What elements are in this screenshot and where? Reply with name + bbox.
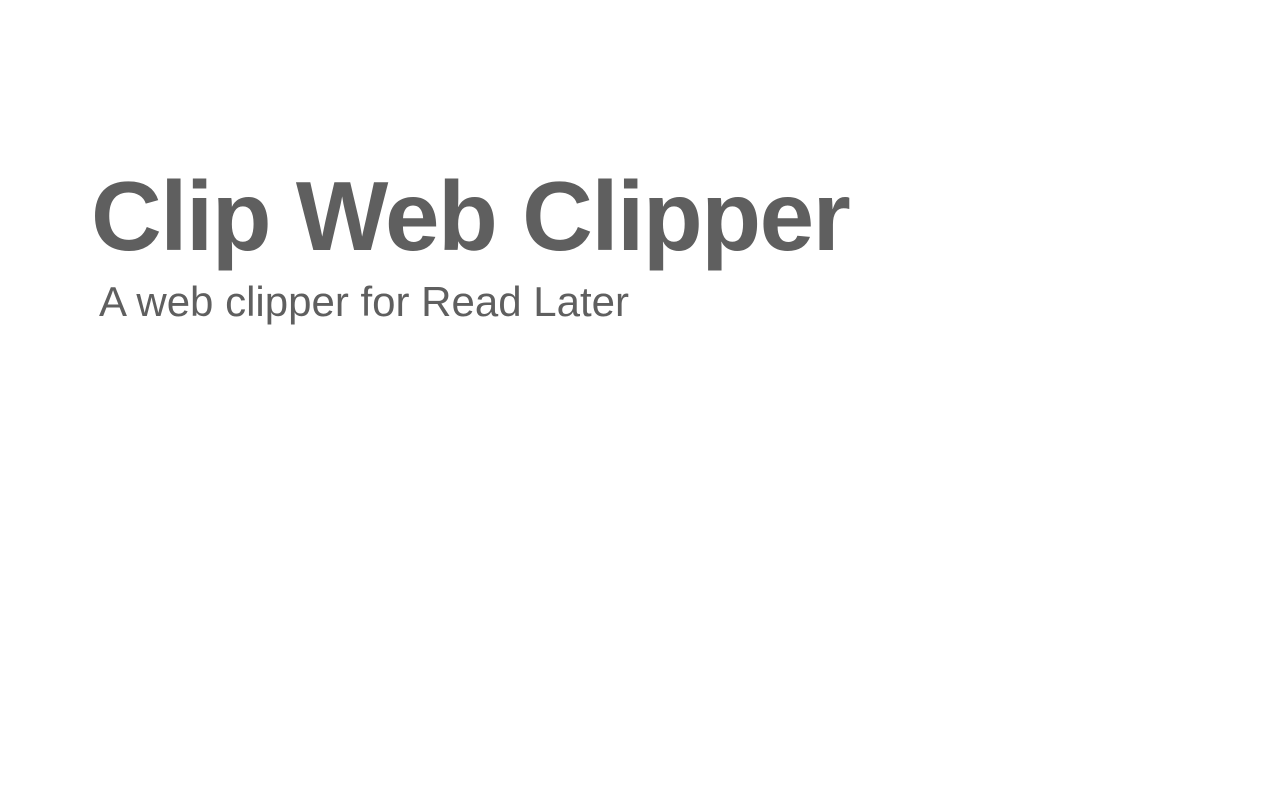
page-subtitle: A web clipper for Read Later (99, 278, 629, 325)
hero-section: Clip Web Clipper A web clipper for Read … (91, 160, 1191, 326)
page-title: Clip Web Clipper (91, 161, 851, 271)
